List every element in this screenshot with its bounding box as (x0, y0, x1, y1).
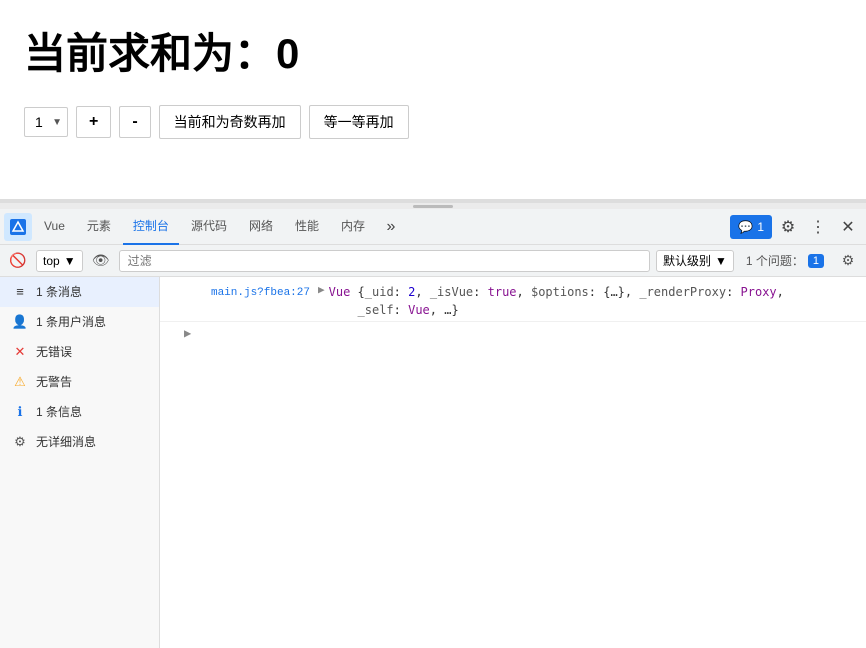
console-body: ≡ 1 条消息 👤 1 条用户消息 ✕ 无错误 ⚠ 无警告 ℹ 1 条信息 ⚙ … (0, 277, 866, 648)
minus-button[interactable]: - (119, 106, 150, 138)
issues-badge: 1 (808, 254, 824, 268)
sum-display: 当前求和为：0 (24, 20, 842, 81)
app-area: 当前求和为：0 1 2 3 4 5 ▼ + - 当前和为奇数再加 等一等再加 (0, 0, 866, 200)
log-source[interactable]: main.js?fbea:27 (168, 283, 318, 302)
sidebar-label-warnings: 无警告 (36, 373, 72, 390)
issues-label: 1 个问题： (746, 252, 804, 269)
console-settings-button[interactable]: ⚙ (836, 249, 860, 273)
warning-icon: ⚠ (12, 374, 28, 390)
settings-button[interactable]: ⚙ (774, 213, 802, 241)
sum-value: 0 (276, 30, 299, 77)
error-icon: ✕ (12, 344, 28, 360)
tab-network[interactable]: 网络 (239, 209, 283, 245)
tab-sources[interactable]: 源代码 (181, 209, 237, 245)
console-output: main.js?fbea:27 ▶ Vue {_uid: 2, _isVue: … (160, 277, 866, 648)
info-icon: ℹ (12, 404, 28, 420)
sidebar-label-info: 1 条信息 (36, 403, 82, 420)
num-select-wrapper: 1 2 3 4 5 ▼ (24, 107, 68, 137)
controls-bar: 1 2 3 4 5 ▼ + - 当前和为奇数再加 等一等再加 (24, 105, 842, 139)
list-icon: ≡ (12, 284, 28, 300)
plus-button[interactable]: + (76, 106, 111, 138)
console-sidebar: ≡ 1 条消息 👤 1 条用户消息 ✕ 无错误 ⚠ 无警告 ℹ 1 条信息 ⚙ … (0, 277, 160, 648)
expand-arrow[interactable]: ▶ (318, 283, 325, 300)
level-arrow-icon: ▼ (715, 254, 727, 268)
close-icon: ✕ (841, 217, 854, 237)
sidebar-item-info[interactable]: ℹ 1 条信息 (0, 397, 159, 427)
sidebar-label-user: 1 条用户消息 (36, 313, 106, 330)
console-toolbar: 🚫 top ▼ 👁 默认级别 ▼ 1 个问题： 1 ⚙ (0, 245, 866, 277)
devtools-vue-panel-icon[interactable] (4, 213, 32, 241)
tab-memory[interactable]: 内存 (331, 209, 375, 245)
console-settings-icon: ⚙ (842, 252, 855, 269)
sidebar-item-warnings[interactable]: ⚠ 无警告 (0, 367, 159, 397)
add-odd-button[interactable]: 当前和为奇数再加 (159, 105, 301, 139)
context-selector[interactable]: top ▼ (36, 250, 83, 272)
message-icon: 💬 (738, 220, 753, 234)
sidebar-item-errors[interactable]: ✕ 无错误 (0, 337, 159, 367)
devtools-toolbar: Vue 元素 控制台 源代码 网络 性能 内存 » 💬 1 ⚙ ⋮ ✕ (0, 209, 866, 245)
ban-icon: 🚫 (9, 252, 26, 269)
console-log-line: main.js?fbea:27 ▶ Vue {_uid: 2, _isVue: … (160, 281, 866, 322)
message-count: 1 (757, 220, 764, 234)
sidebar-label-errors: 无错误 (36, 343, 72, 360)
eye-button[interactable]: 👁 (89, 249, 113, 273)
devtools-panel: Vue 元素 控制台 源代码 网络 性能 内存 » 💬 1 ⚙ ⋮ ✕ 🚫 to… (0, 200, 866, 648)
add-later-button[interactable]: 等一等再加 (309, 105, 409, 139)
vue-icon (10, 219, 26, 235)
issues-button[interactable]: 1 个问题： 1 (740, 250, 830, 271)
tab-console[interactable]: 控制台 (123, 209, 179, 245)
filter-input[interactable] (119, 250, 650, 272)
close-devtools-button[interactable]: ✕ (834, 213, 862, 241)
sum-label: 当前求和为： (24, 30, 276, 77)
level-selector[interactable]: 默认级别 ▼ (656, 250, 734, 272)
more-tabs-button[interactable]: » (377, 213, 405, 241)
message-badge-button[interactable]: 💬 1 (730, 215, 772, 239)
more-tabs-icon: » (387, 218, 396, 236)
context-label: top (43, 254, 60, 268)
user-icon: 👤 (12, 314, 28, 330)
sidebar-label-all: 1 条消息 (36, 283, 82, 300)
console-empty-expand[interactable]: ▶ (160, 322, 866, 345)
more-options-icon: ⋮ (810, 217, 826, 237)
sidebar-item-all-messages[interactable]: ≡ 1 条消息 (0, 277, 159, 307)
settings-icon: ⚙ (781, 217, 795, 237)
sidebar-item-verbose[interactable]: ⚙ 无详细消息 (0, 427, 159, 457)
verbose-icon: ⚙ (12, 434, 28, 450)
more-options-button[interactable]: ⋮ (804, 213, 832, 241)
log-text: Vue {_uid: 2, _isVue: true, $options: {…… (329, 283, 784, 319)
log-content: ▶ Vue {_uid: 2, _isVue: true, $options: … (318, 283, 858, 319)
tab-performance[interactable]: 性能 (285, 209, 329, 245)
level-label: 默认级别 (663, 252, 711, 269)
sidebar-item-user-messages[interactable]: 👤 1 条用户消息 (0, 307, 159, 337)
eye-icon: 👁 (92, 252, 110, 269)
tab-elements[interactable]: 元素 (77, 209, 121, 245)
clear-console-button[interactable]: 🚫 (6, 249, 30, 273)
empty-expand-arrow[interactable]: ▶ (184, 327, 191, 341)
tab-vue[interactable]: Vue (34, 209, 75, 245)
num-select[interactable]: 1 2 3 4 5 (24, 107, 68, 137)
context-arrow-icon: ▼ (64, 254, 76, 268)
sidebar-label-verbose: 无详细消息 (36, 433, 96, 450)
